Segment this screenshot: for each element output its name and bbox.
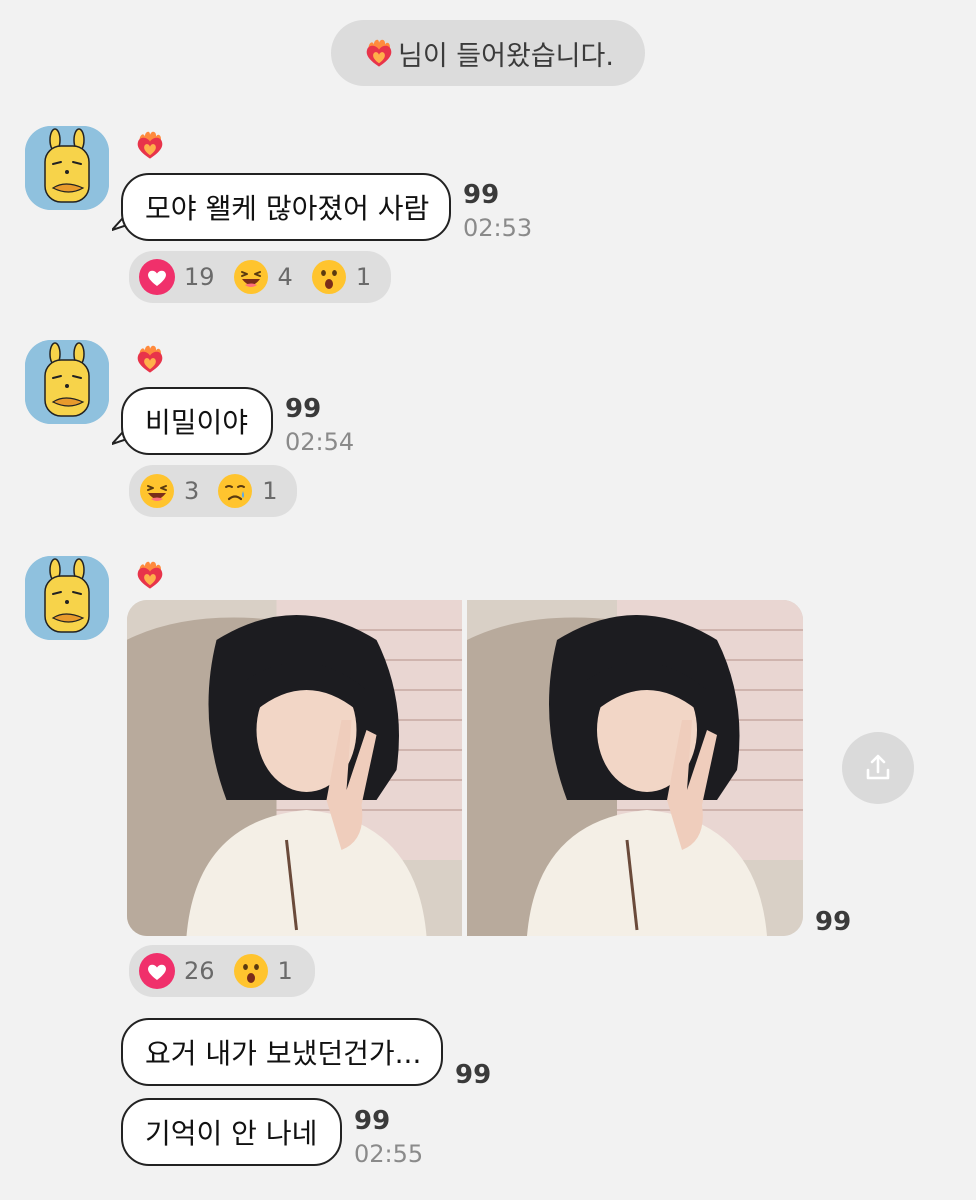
reaction-bar[interactable]: 19 4 1: [129, 251, 391, 303]
heart-icon: [139, 953, 175, 989]
reaction-count: 3: [184, 477, 200, 505]
join-notice: 님이 들어왔습니다.: [331, 20, 645, 86]
unread-count: 99: [463, 180, 500, 210]
message-bubble[interactable]: 기억이 안 나네: [121, 1098, 342, 1166]
reaction-item[interactable]: 19: [139, 259, 215, 295]
message-time: 02:53: [463, 214, 533, 242]
sender-avatar[interactable]: [25, 126, 109, 210]
message-time: 02:54: [285, 428, 355, 456]
sender-name-fire-heart-icon: [133, 558, 167, 592]
message-text: 요거 내가 보냈던건가...: [145, 1037, 422, 1070]
share-icon: [860, 750, 896, 786]
share-button[interactable]: [842, 732, 914, 804]
reaction-item[interactable]: 1: [217, 473, 278, 509]
unread-count: 99: [285, 394, 322, 424]
selfie-photo-image: [127, 600, 462, 936]
surprised-emoji-icon: [233, 953, 269, 989]
sad-tear-emoji-icon: [217, 473, 253, 509]
message-time: 02:55: [354, 1140, 424, 1168]
selfie-photo-image: [467, 600, 803, 936]
message-bubble[interactable]: 비밀이야: [121, 387, 273, 455]
reaction-item[interactable]: 3: [139, 473, 199, 509]
fire-heart-icon: [362, 36, 396, 70]
sender-avatar[interactable]: [25, 340, 109, 424]
unread-count: 99: [815, 907, 852, 937]
reaction-bar[interactable]: 26 1: [129, 945, 315, 997]
photo-thumbnail[interactable]: [467, 600, 803, 936]
reaction-count: 26: [184, 957, 215, 985]
reaction-bar[interactable]: 3 1: [129, 465, 297, 517]
message-text: 모야 왤케 많아졌어 사람: [145, 192, 430, 225]
reaction-item[interactable]: 1: [311, 259, 371, 295]
message-text: 비밀이야: [145, 406, 249, 439]
sender-name-fire-heart-icon: [133, 128, 167, 162]
grin-squint-emoji-icon: [233, 259, 269, 295]
reaction-count: 1: [262, 477, 278, 505]
join-notice-text: 님이 들어왔습니다.: [398, 40, 614, 72]
unread-count: 99: [455, 1060, 492, 1090]
photo-thumbnail[interactable]: [127, 600, 462, 936]
sender-name-fire-heart-icon: [133, 342, 167, 376]
grin-squint-emoji-icon: [139, 473, 175, 509]
heart-icon: [139, 259, 175, 295]
reaction-count: 1: [355, 263, 372, 291]
reaction-count: 19: [184, 263, 215, 291]
message-text: 기억이 안 나네: [145, 1117, 318, 1150]
surprised-emoji-icon: [311, 259, 347, 295]
message-bubble[interactable]: 모야 왤케 많아졌어 사람: [121, 173, 451, 241]
reaction-item[interactable]: 26: [139, 953, 215, 989]
unread-count: 99: [354, 1106, 391, 1136]
reaction-count: 1: [277, 957, 293, 985]
message-bubble[interactable]: 요거 내가 보냈던건가...: [121, 1018, 443, 1086]
reaction-item[interactable]: 1: [233, 953, 293, 989]
sender-avatar[interactable]: [25, 556, 109, 640]
reaction-item[interactable]: 4: [233, 259, 293, 295]
reaction-count: 4: [277, 263, 293, 291]
